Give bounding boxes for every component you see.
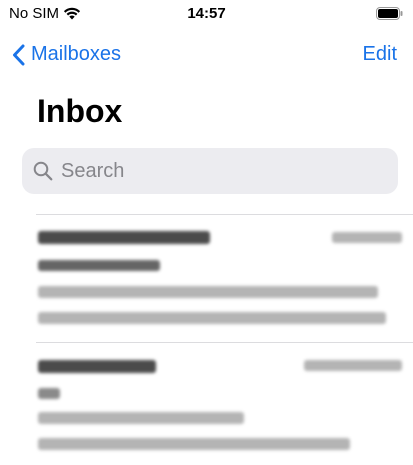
page-title: Inbox (37, 93, 123, 129)
redacted-date (332, 232, 402, 243)
message-row[interactable] (36, 222, 413, 332)
edit-button[interactable]: Edit (363, 43, 397, 66)
list-top-divider (36, 214, 413, 215)
status-time: 14:57 (187, 5, 226, 22)
redacted-subject (38, 388, 60, 399)
status-bar: No SIM 14:57 (0, 0, 413, 30)
chevron-left-icon (13, 44, 25, 65)
redacted-preview-line-1 (38, 286, 378, 298)
redacted-subject (38, 260, 160, 271)
redacted-preview-line-2 (38, 438, 350, 450)
list-row-divider (36, 342, 413, 343)
redacted-preview-line-2 (38, 312, 386, 324)
search-input[interactable] (59, 158, 383, 184)
redacted-date (304, 360, 402, 371)
back-button[interactable]: Mailboxes (12, 43, 121, 66)
back-button-label: Mailboxes (31, 43, 122, 65)
message-row[interactable] (36, 350, 413, 460)
navigation-bar: Mailboxes Edit (0, 40, 413, 72)
search-bar[interactable] (22, 148, 398, 194)
search-icon (33, 161, 53, 181)
redacted-sender (38, 231, 210, 244)
redacted-sender (38, 360, 156, 373)
battery-icon (376, 7, 403, 24)
redacted-preview-line-1 (38, 412, 244, 424)
